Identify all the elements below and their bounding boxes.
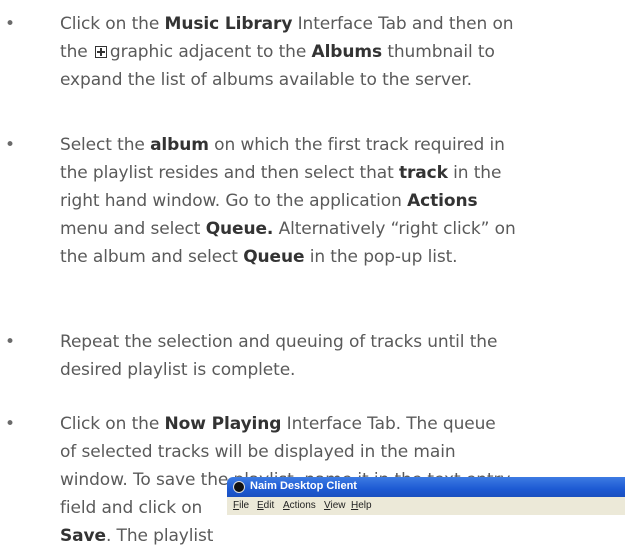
app-logo-icon	[233, 481, 245, 493]
emphasis-text: Now Playing	[164, 414, 282, 434]
body-text: Interface Tab and then on	[292, 14, 514, 34]
emphasis-text: Music Library	[164, 14, 293, 34]
body-text: of selected tracks will be displayed in …	[60, 442, 456, 462]
body-text: thumbnail to	[382, 42, 495, 62]
body-text: Click on the	[60, 14, 165, 34]
text-line: the playlist resides and then select tha…	[60, 159, 501, 187]
body-text: . The playlist	[105, 526, 214, 546]
menu-file[interactable]: File	[233, 500, 249, 511]
app-window-screenshot: Naim Desktop Client File Edit Actions Vi…	[227, 477, 625, 515]
body-text: Select the	[60, 135, 151, 155]
body-text: menu and select	[60, 219, 206, 239]
text-line: menu and select Queue. Alternatively “ri…	[60, 215, 516, 243]
emphasis-text: track	[398, 163, 448, 183]
emphasis-text: Albums	[311, 42, 383, 62]
menu-edit[interactable]: Edit	[257, 500, 274, 511]
text-line: Click on the Music Library Interface Tab…	[60, 10, 514, 38]
body-text: the album and select	[60, 247, 244, 267]
menu-bar: File Edit Actions View Help	[227, 497, 625, 515]
body-text: on which the first track required in	[208, 135, 505, 155]
text-line: the album and select Queue in the pop-up…	[60, 243, 458, 271]
text-line: right hand window. Go to the application…	[60, 187, 478, 215]
title-bar: Naim Desktop Client	[227, 477, 625, 497]
text-line: Select the album on which the first trac…	[60, 131, 505, 159]
body-text: expand the list of albums available to t…	[60, 70, 472, 90]
body-text: in the pop-up list.	[304, 247, 458, 267]
text-line: of selected tracks will be displayed in …	[60, 438, 456, 466]
body-text: right hand window. Go to the application	[60, 191, 408, 211]
text-line: field and click on	[60, 494, 202, 522]
body-text: Interface Tab. The queue	[281, 414, 496, 434]
app-title: Naim Desktop Client	[250, 480, 357, 492]
emphasis-text: Save	[60, 526, 106, 546]
body-text: Click on the	[60, 414, 165, 434]
text-line: the graphic adjacent to the Albums thumb…	[60, 38, 495, 66]
body-text: the	[60, 42, 93, 62]
emphasis-text: Actions	[407, 191, 478, 211]
body-text: graphic adjacent to the	[109, 42, 312, 62]
bullet: •	[5, 14, 16, 34]
text-line: expand the list of albums available to t…	[60, 66, 472, 94]
body-text: Alternatively “right click” on	[273, 219, 516, 239]
bullet: •	[5, 332, 16, 352]
bullet: •	[5, 135, 16, 155]
emphasis-text: Queue.	[205, 219, 274, 239]
text-line: desired playlist is complete.	[60, 356, 295, 384]
expand-plus-icon	[94, 46, 107, 58]
menu-view[interactable]: View	[324, 500, 346, 511]
body-text: the playlist resides and then select tha…	[60, 163, 399, 183]
body-text: Repeat the selection and queuing of trac…	[60, 332, 498, 352]
body-text: in the	[447, 163, 502, 183]
emphasis-text: album	[150, 135, 209, 155]
text-line: Save. The playlist	[60, 522, 213, 550]
body-text: desired playlist is complete.	[60, 360, 296, 380]
menu-actions[interactable]: Actions	[283, 500, 316, 511]
menu-help[interactable]: Help	[351, 500, 372, 511]
text-line: Click on the Now Playing Interface Tab. …	[60, 410, 496, 438]
text-line: Repeat the selection and queuing of trac…	[60, 328, 497, 356]
body-text: field and click on	[60, 498, 203, 518]
emphasis-text: Queue	[243, 247, 305, 267]
bullet: •	[5, 414, 16, 434]
